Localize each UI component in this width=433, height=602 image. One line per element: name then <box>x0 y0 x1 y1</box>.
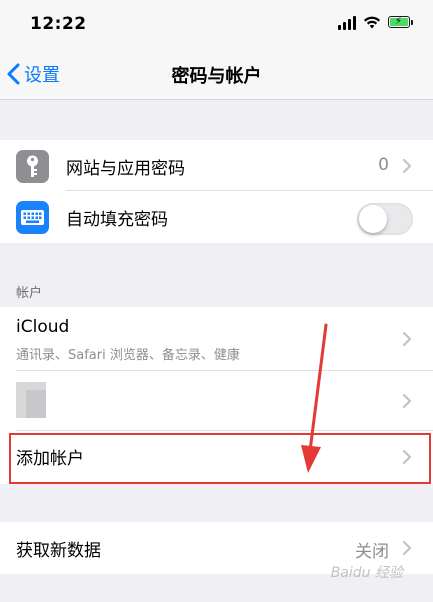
toggle-knob <box>359 205 387 233</box>
chevron-right-icon <box>402 331 412 347</box>
icloud-subtitle: 通讯录、Safari 浏览器、备忘录、健康 <box>16 348 240 363</box>
icloud-account-row[interactable]: iCloud 通讯录、Safari 浏览器、备忘录、健康 <box>0 307 433 371</box>
keyboard-icon <box>16 201 49 234</box>
blurred-account-icon <box>16 382 46 418</box>
page-title: 密码与帐户 <box>171 66 262 87</box>
chevron-right-icon <box>402 393 412 409</box>
fetch-new-data-value: 关闭 <box>355 542 389 562</box>
autofill-toggle[interactable] <box>357 203 413 235</box>
autofill-passwords-label: 自动填充密码 <box>66 210 168 230</box>
website-passwords-row[interactable]: 网站与应用密码 0 <box>0 140 433 191</box>
icloud-title: iCloud <box>16 317 70 337</box>
watermark: Baidu 经验 <box>330 565 403 581</box>
accounts-section-header: 帐户 <box>16 286 43 301</box>
website-passwords-label: 网站与应用密码 <box>66 159 185 179</box>
wifi-icon <box>364 16 380 29</box>
navigation-bar: 设置 密码与帐户 <box>0 50 433 100</box>
blurred-account-row[interactable] <box>0 371 433 431</box>
fetch-new-data-label: 获取新数据 <box>16 541 101 561</box>
autofill-passwords-row: 自动填充密码 <box>0 191 433 242</box>
battery-cap <box>411 20 413 25</box>
website-passwords-count: 0 <box>378 155 389 175</box>
chevron-right-icon <box>402 158 412 174</box>
key-icon <box>16 150 49 183</box>
battery-icon: ⚡ <box>388 16 410 28</box>
annotation-highlight-box <box>9 433 431 484</box>
chevron-right-icon <box>402 540 412 556</box>
status-time: 12:22 <box>30 14 87 34</box>
passwords-group: 网站与应用密码 0 自动填充密码 <box>0 140 433 243</box>
cellular-signal-icon <box>338 16 358 30</box>
annotation-arrow-icon <box>301 323 328 473</box>
status-bar: 12:22 ⚡ <box>0 0 433 50</box>
